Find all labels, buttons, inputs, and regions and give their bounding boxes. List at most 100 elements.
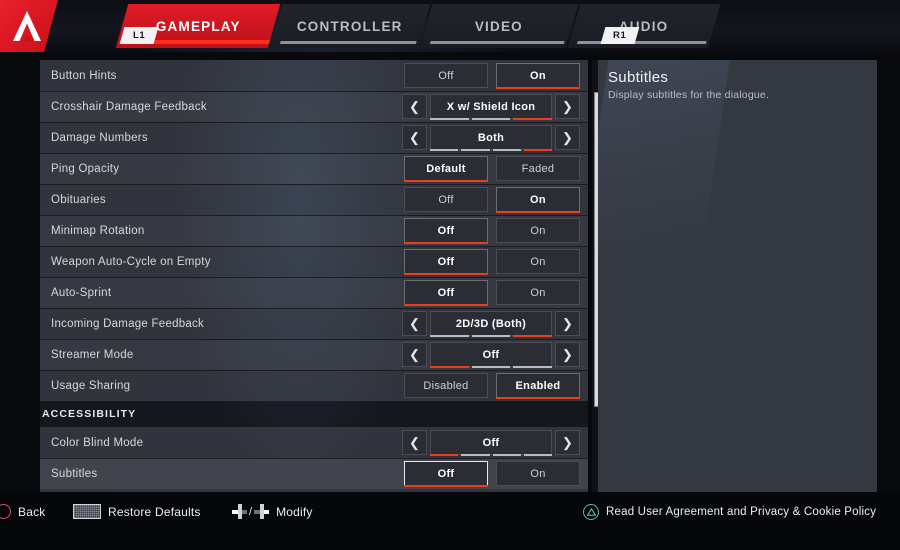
touchpad-button-icon [73, 504, 101, 519]
setting-crosshair-damage-feedback-selector: ❮ X w/ Shield Icon ❯ [402, 94, 580, 120]
setting-crosshair-damage-feedback-row[interactable]: Crosshair Damage Feedback ❮ X w/ Shield Ic… [40, 91, 588, 122]
tab-controller[interactable]: CONTROLLER [269, 4, 431, 48]
setting-obituaries-toggle-group: Off On [404, 187, 580, 213]
setting-color-blind-mode-chevron-right-icon[interactable]: ❯ [555, 430, 580, 455]
setting-streamer-mode-chevron-left-icon[interactable]: ❮ [402, 342, 427, 367]
setting-damage-numbers-chevron-right-icon[interactable]: ❯ [555, 125, 580, 150]
setting-subtitles-label: Subtitles [51, 467, 98, 480]
setting-ping-opacity-row[interactable]: Ping Opacity Default Faded [40, 153, 588, 184]
setting-obituaries-option-on[interactable]: On [496, 187, 580, 213]
setting-minimap-rotation-option-off[interactable]: Off [404, 218, 488, 244]
setting-streamer-mode-chevron-right-icon[interactable]: ❯ [555, 342, 580, 367]
setting-color-blind-mode-chevron-left-icon[interactable]: ❮ [402, 430, 427, 455]
footer-modify-label: Modify [276, 504, 313, 519]
setting-streamer-mode-row[interactable]: Streamer Mode ❮ Off ❯ [40, 339, 588, 370]
setting-crosshair-damage-feedback-chevron-left-icon[interactable]: ❮ [402, 94, 427, 119]
setting-obituaries-option-off[interactable]: Off [404, 187, 488, 212]
info-panel: Subtitles Display subtitles for the dial… [598, 60, 877, 492]
setting-auto-sprint-row[interactable]: Auto-Sprint Off On [40, 277, 588, 308]
setting-auto-sprint-label: Auto-Sprint [51, 286, 112, 299]
setting-crosshair-damage-feedback-chevron-right-icon[interactable]: ❯ [555, 94, 580, 119]
setting-subtitles-toggle-group: Off On [404, 461, 580, 487]
tab-controller-label: CONTROLLER [297, 18, 403, 34]
setting-minimap-rotation-label: Minimap Rotation [51, 224, 145, 237]
setting-damage-numbers-row[interactable]: Damage Numbers ❮ Both ❯ [40, 122, 588, 153]
setting-incoming-damage-feedback-chevron-right-icon[interactable]: ❯ [555, 311, 580, 336]
setting-obituaries-label: Obituaries [51, 193, 106, 206]
setting-streamer-mode-value: Off [482, 348, 500, 361]
setting-incoming-damage-feedback-value-box[interactable]: 2D/3D (Both) [430, 311, 553, 337]
triangle-button-icon [583, 504, 599, 520]
setting-usage-sharing-toggle-group: Disabled Enabled [404, 373, 580, 399]
footer-bar: Back Restore Defaults / Modify Read User… [0, 492, 900, 550]
setting-ping-opacity-control: Default Faded [404, 156, 580, 182]
setting-incoming-damage-feedback-chevron-left-icon[interactable]: ❮ [402, 311, 427, 336]
setting-subtitles-control: Off On [404, 461, 580, 487]
setting-crosshair-damage-feedback-label: Crosshair Damage Feedback [51, 100, 207, 113]
setting-auto-sprint-option-on[interactable]: On [496, 280, 580, 305]
footer-restore-defaults-action[interactable]: Restore Defaults [73, 504, 201, 519]
modify-separator: / [249, 505, 253, 518]
tab-video[interactable]: VIDEO [419, 4, 579, 48]
setting-auto-sprint-option-off[interactable]: Off [404, 280, 488, 306]
dpad-icons-group: / [232, 504, 270, 519]
setting-usage-sharing-row[interactable]: Usage Sharing Disabled Enabled [40, 370, 588, 401]
setting-ping-opacity-option-faded[interactable]: Faded [496, 156, 580, 181]
setting-incoming-damage-feedback-control: ❮ 2D/3D (Both) ❯ [402, 311, 580, 337]
setting-usage-sharing-option-enabled[interactable]: Enabled [496, 373, 580, 399]
info-panel-description: Display subtitles for the dialogue. [608, 89, 770, 101]
settings-list: Button Hints Off On Crosshair Damage Feedba… [40, 60, 588, 492]
setting-weapon-auto-cycle-on-empty-row[interactable]: Weapon Auto-Cycle on Empty Off On [40, 246, 588, 277]
setting-button-hints-option-on[interactable]: On [496, 63, 580, 89]
setting-weapon-auto-cycle-on-empty-option-off[interactable]: Off [404, 249, 488, 275]
setting-ping-opacity-toggle-group: Default Faded [404, 156, 580, 182]
setting-button-hints-option-off[interactable]: Off [404, 63, 488, 88]
settings-tabs[interactable]: GAMEPLAY CONTROLLER VIDEO AUDIO [0, 0, 900, 52]
setting-damage-numbers-label: Damage Numbers [51, 131, 148, 144]
setting-subtitles-option-on[interactable]: On [496, 461, 580, 486]
info-panel-glow [598, 60, 732, 387]
setting-incoming-damage-feedback-selector: ❮ 2D/3D (Both) ❯ [402, 311, 580, 337]
setting-streamer-mode-label: Streamer Mode [51, 348, 134, 361]
setting-ping-opacity-option-default[interactable]: Default [404, 156, 488, 182]
setting-color-blind-mode-label: Color Blind Mode [51, 436, 144, 449]
bumper-l1-label: L1 [132, 30, 146, 41]
setting-streamer-mode-value-box[interactable]: Off [430, 342, 553, 368]
setting-damage-numbers-value-box[interactable]: Both [430, 125, 552, 151]
setting-weapon-auto-cycle-on-empty-control: Off On [404, 249, 580, 275]
bumper-l1-badge[interactable]: L1 [119, 27, 159, 44]
setting-color-blind-mode-position-indicator [430, 454, 552, 456]
section-header-accessibility-label: ACCESSIBILITY [42, 408, 137, 420]
header-bar: GAMEPLAY CONTROLLER VIDEO AUDIO L1 R1 [0, 0, 900, 52]
setting-auto-sprint-toggle-group: Off On [404, 280, 580, 306]
setting-color-blind-mode-row[interactable]: Color Blind Mode ❮ Off ❯ [40, 427, 588, 458]
tab-audio[interactable]: AUDIO [567, 4, 721, 48]
footer-back-label: Back [18, 504, 46, 519]
setting-minimap-rotation-toggle-group: Off On [404, 218, 580, 244]
setting-damage-numbers-selector: ❮ Both ❯ [402, 125, 580, 151]
setting-color-blind-mode-value: Off [482, 436, 500, 449]
setting-incoming-damage-feedback-position-indicator [430, 335, 553, 337]
tab-gameplay-label: GAMEPLAY [155, 18, 241, 34]
setting-minimap-rotation-option-on[interactable]: On [496, 218, 580, 243]
setting-incoming-damage-feedback-row[interactable]: Incoming Damage Feedback ❮ 2D/3D (Both) ❯ [40, 308, 588, 339]
setting-crosshair-damage-feedback-value-box[interactable]: X w/ Shield Icon [430, 94, 553, 120]
setting-minimap-rotation-row[interactable]: Minimap Rotation Off On [40, 215, 588, 246]
dpad-left-icon [232, 504, 247, 519]
footer-back-action[interactable]: Back [0, 504, 45, 519]
setting-usage-sharing-option-disabled[interactable]: Disabled [404, 373, 488, 398]
setting-subtitles-row[interactable]: Subtitles Off On [40, 458, 588, 489]
bumper-r1-badge[interactable]: R1 [600, 27, 640, 44]
setting-button-hints-toggle-group: Off On [404, 63, 580, 89]
setting-weapon-auto-cycle-on-empty-label: Weapon Auto-Cycle on Empty [51, 255, 211, 268]
footer-policy-action[interactable]: Read User Agreement and Privacy & Cookie… [583, 504, 876, 520]
setting-color-blind-mode-value-box[interactable]: Off [430, 430, 552, 456]
setting-subtitles-option-off[interactable]: Off [404, 461, 488, 487]
footer-modify-action[interactable]: / Modify [232, 504, 313, 519]
setting-damage-numbers-chevron-left-icon[interactable]: ❮ [402, 125, 427, 150]
setting-button-hints-row[interactable]: Button Hints Off On [40, 60, 588, 91]
setting-streamer-mode-control: ❮ Off ❯ [402, 342, 580, 368]
setting-damage-numbers-value: Both [477, 131, 505, 144]
setting-obituaries-row[interactable]: Obituaries Off On [40, 184, 588, 215]
setting-weapon-auto-cycle-on-empty-option-on[interactable]: On [496, 249, 580, 274]
